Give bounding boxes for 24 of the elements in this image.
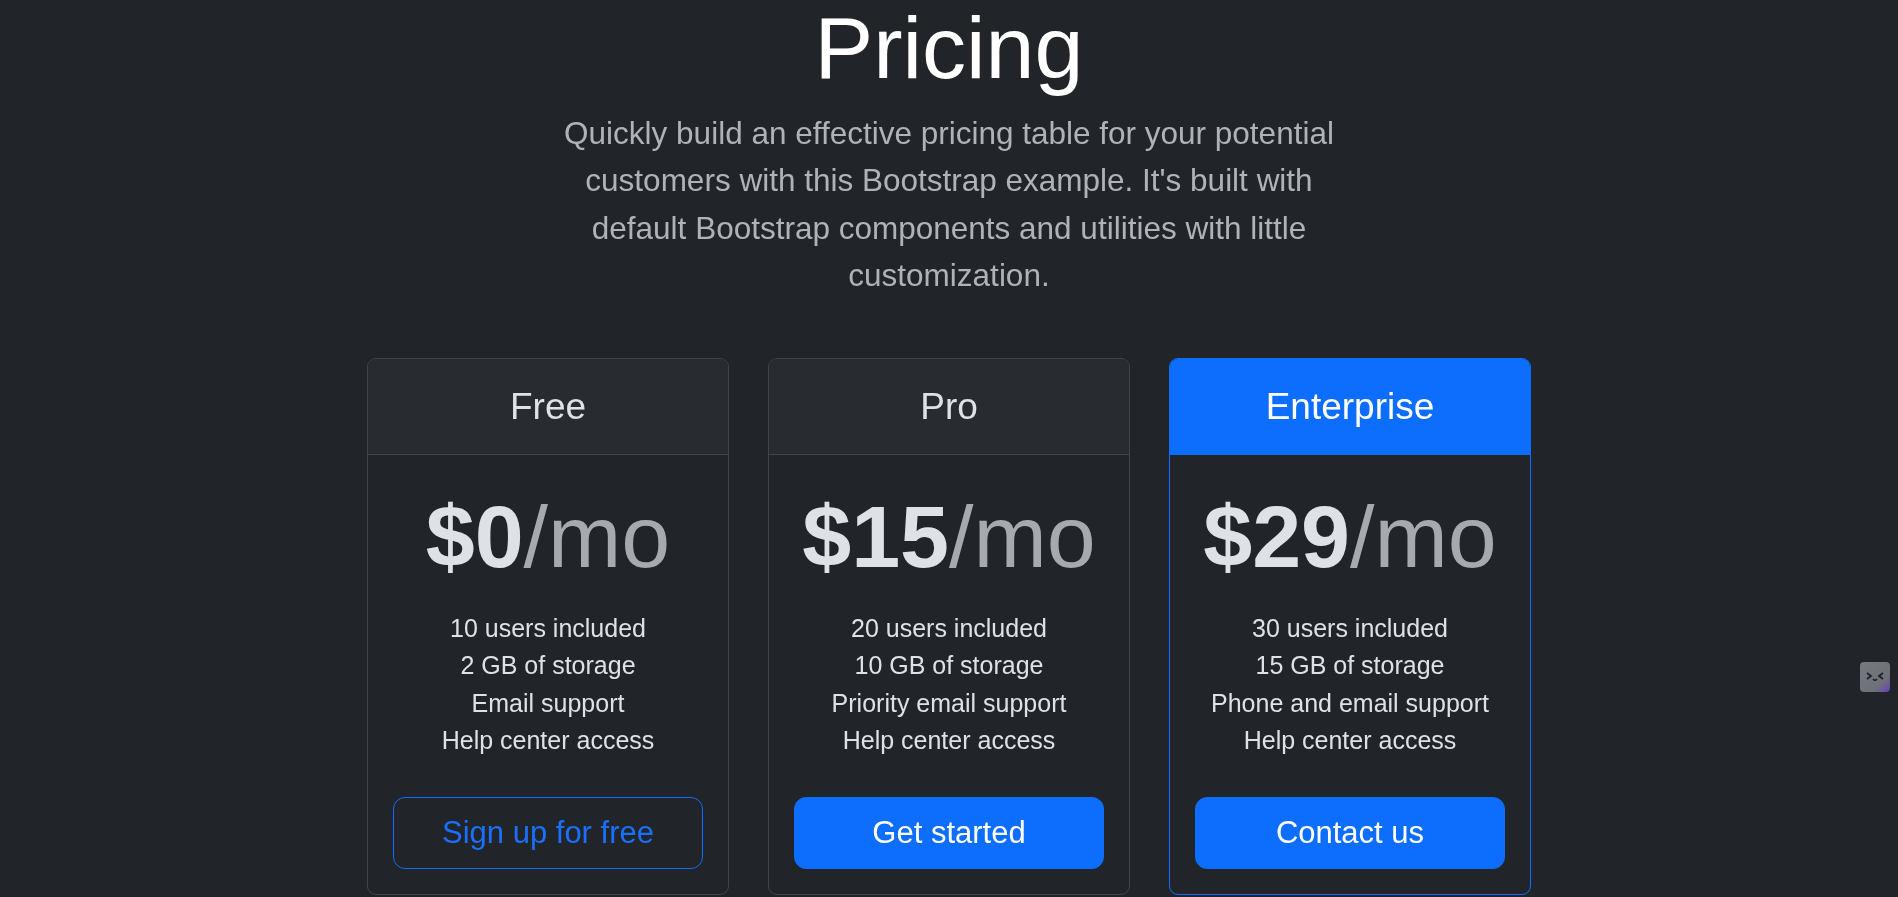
- feature-text: 20 users included: [851, 613, 1047, 644]
- face-tile-icon[interactable]: [1860, 662, 1890, 692]
- feature-text: Help center access: [842, 725, 1056, 757]
- feature-text: Help center access: [1243, 725, 1457, 757]
- feature-text: Help center access: [441, 725, 655, 757]
- feature-text: 2 GB of storage: [460, 650, 636, 682]
- plan-name: Pro: [920, 384, 978, 429]
- plan-button[interactable]: Contact us: [1195, 797, 1505, 870]
- feature-text: 30 users included: [1252, 613, 1448, 644]
- feature-text: 10 GB of storage: [854, 650, 1044, 682]
- feature-text: 10 users included: [450, 613, 646, 644]
- plan-name: Free: [509, 384, 587, 429]
- plan-name: Enterprise: [1265, 384, 1435, 429]
- plan-price: $29/mo: [1203, 485, 1497, 588]
- plan-button[interactable]: Get started: [794, 797, 1104, 870]
- plan-button[interactable]: Sign up for free: [393, 797, 703, 870]
- feature-text: Email support: [471, 688, 625, 719]
- feature-text: Priority email support: [831, 688, 1067, 719]
- intro-text: Quickly build an effective pricing table for your potential customers with this Bootstrap example. It's built with default Bootstrap components and utilities with little customization.: [563, 113, 1335, 296]
- plan-price: $15/mo: [802, 485, 1096, 588]
- plan-price: $0/mo: [425, 485, 671, 588]
- page-title: Pricing: [813, 0, 1085, 99]
- feature-text: 15 GB of storage: [1255, 650, 1445, 682]
- feature-text: Phone and email support: [1211, 688, 1489, 719]
